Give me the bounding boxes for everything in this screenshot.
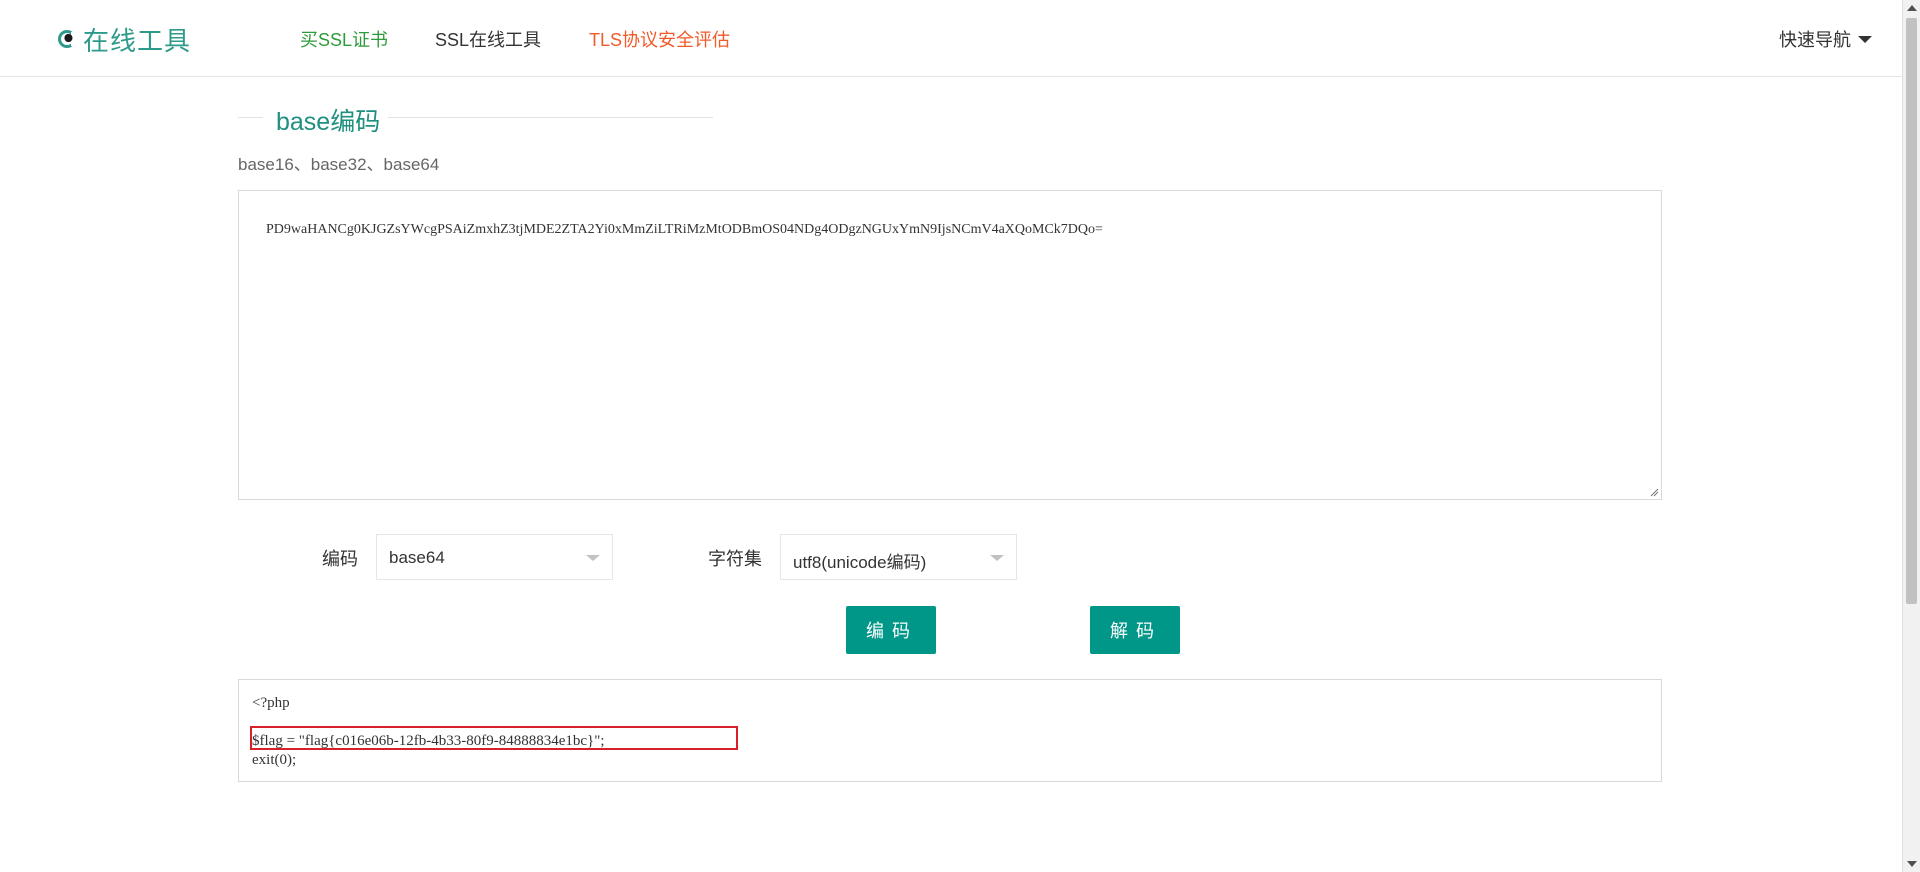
encode-button[interactable]: 编码 xyxy=(846,606,936,654)
input-textarea[interactable]: PD9waHANCg0KJGZsYWcgPSAiZmxhZ3tjMDE2ZTA2… xyxy=(238,190,1662,500)
nav-link-buy-ssl[interactable]: 买SSL证书 xyxy=(300,26,388,52)
output-line: exit(0); xyxy=(252,752,297,768)
tool-title-row: base编码 xyxy=(238,100,713,136)
output-result-box[interactable]: <?php $flag = "flag{c016e06b-12fb-4b33-8… xyxy=(238,679,1662,782)
nav-link-ssl-tools[interactable]: SSL在线工具 xyxy=(435,26,541,52)
tool-subtitle: base16、base32、base64 xyxy=(238,155,440,174)
nav-link-tls-assessment[interactable]: TLS协议安全评估 xyxy=(589,26,730,52)
page-title: base编码 xyxy=(276,108,381,136)
vertical-scrollbar[interactable] xyxy=(1902,0,1920,872)
charset-label: 字符集 xyxy=(708,549,762,569)
top-navigation-bar: 在线工具 买SSL证书 SSL在线工具 TLS协议安全评估 快速导航 xyxy=(0,0,1902,77)
site-logo-text: 在线工具 xyxy=(83,25,192,56)
input-text: PD9waHANCg0KJGZsYWcgPSAiZmxhZ3tjMDE2ZTA2… xyxy=(266,222,1103,237)
output-line-flag: $flag = "flag{c016e06b-12fb-4b33-80f9-84… xyxy=(252,733,605,749)
encoding-select-value: base64 xyxy=(389,548,445,567)
title-divider-right xyxy=(388,117,713,118)
scroll-down-arrow-icon[interactable] xyxy=(1907,861,1917,867)
page: 在线工具 买SSL证书 SSL在线工具 TLS协议安全评估 快速导航 base编… xyxy=(0,0,1902,872)
scroll-up-arrow-icon[interactable] xyxy=(1907,5,1917,11)
decode-button[interactable]: 解码 xyxy=(1090,606,1180,654)
caret-down-icon xyxy=(1858,35,1872,43)
resize-grip-icon[interactable] xyxy=(1649,487,1659,497)
scrollbar-thumb[interactable] xyxy=(1906,18,1917,604)
quick-nav-dropdown[interactable]: 快速导航 xyxy=(1779,26,1872,52)
eye-logo-icon xyxy=(58,30,77,48)
output-line: <?php xyxy=(252,695,290,711)
charset-select-value: utf8(unicode编码) xyxy=(793,553,927,572)
encoding-label: 编码 xyxy=(322,549,358,569)
quick-nav-label: 快速导航 xyxy=(1779,30,1851,50)
chevron-down-icon xyxy=(990,555,1004,561)
site-logo[interactable]: 在线工具 xyxy=(57,22,191,56)
encoding-select[interactable]: base64 xyxy=(376,534,613,580)
title-divider-left xyxy=(238,117,263,118)
charset-select[interactable]: utf8(unicode编码) xyxy=(780,534,1017,580)
chevron-down-icon xyxy=(586,555,600,561)
